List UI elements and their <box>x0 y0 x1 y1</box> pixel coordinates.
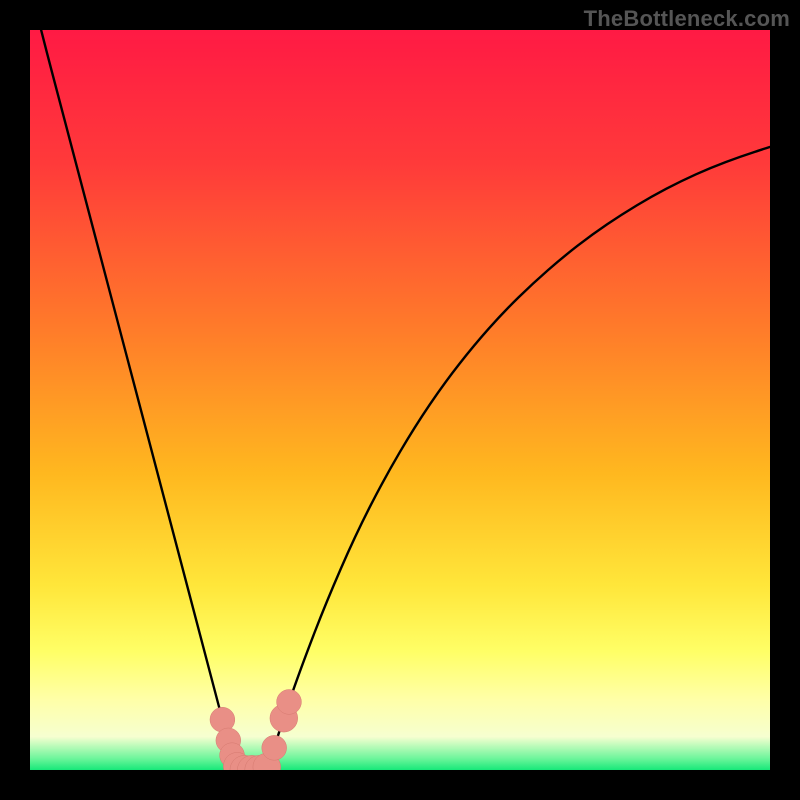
plot-area <box>30 30 770 770</box>
curve-marker <box>262 735 287 760</box>
attribution-label: TheBottleneck.com <box>584 6 790 32</box>
curve-marker <box>277 690 302 715</box>
chart-frame: TheBottleneck.com <box>0 0 800 800</box>
marker-group <box>210 690 301 770</box>
bottleneck-curve <box>30 30 770 770</box>
curve-layer <box>30 30 770 770</box>
